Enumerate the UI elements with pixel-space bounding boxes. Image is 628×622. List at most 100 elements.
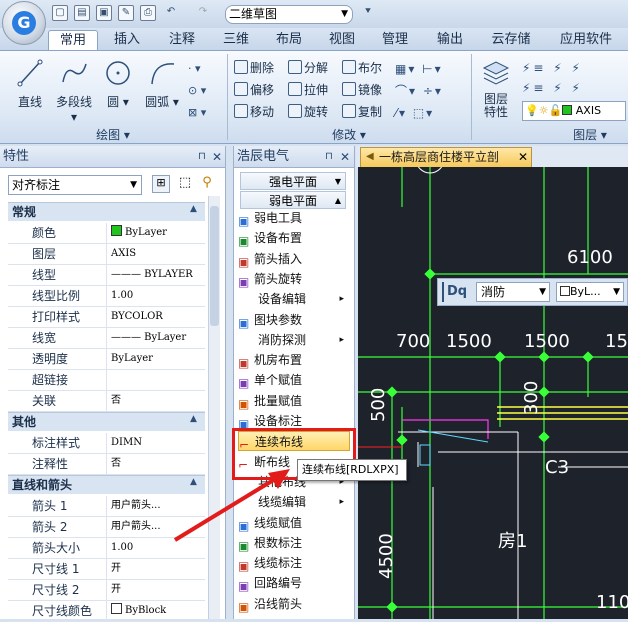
erase-button[interactable]: 删除 [234, 58, 274, 78]
section-general[interactable]: 常规 [8, 202, 205, 221]
rotate-button[interactable]: 旋转 [288, 102, 328, 122]
close-icon[interactable]: ✕ [212, 150, 222, 164]
property-row[interactable]: 线型 ——— BYLAYER [8, 265, 205, 286]
property-row[interactable]: 尺寸线 2 开 [8, 580, 205, 601]
open-file-icon[interactable]: ▤ [74, 5, 90, 21]
plugin-item[interactable]: ⌐ 连续布线 [238, 431, 350, 452]
save-icon[interactable]: ▣ [96, 5, 112, 21]
plugin-item[interactable]: ▸ 设备编辑 [238, 289, 348, 309]
category-weak-current[interactable]: 弱电平面 ▲ [240, 191, 346, 209]
boolean-button[interactable]: 布尔 [342, 58, 382, 78]
print-icon[interactable]: ⎙ [140, 5, 156, 21]
arc-button[interactable]: 圆弧 ▾ [142, 58, 182, 110]
layer-dropdown[interactable]: 💡☼🔓 AXIS [522, 101, 626, 121]
close-tab-icon[interactable]: ✕ [518, 150, 528, 164]
property-key: 尺寸线 2 [32, 583, 80, 597]
section-other[interactable]: 其他 [8, 412, 205, 431]
property-value[interactable]: ByLayer [106, 349, 205, 369]
property-value[interactable]: 开 [106, 559, 205, 579]
layer-small-tools[interactable]: ⚡≡ ⚡ ⚡ ⚡≡ ⚡ ⚡ [522, 58, 626, 98]
polyline-button[interactable]: 多段线 ▾ [52, 58, 96, 124]
plugin-item[interactable]: ▣ 回路编号 [238, 573, 348, 593]
plugin-item[interactable]: ▣ 机房布置 [238, 350, 348, 370]
offset-button[interactable]: 偏移 [234, 80, 274, 100]
plugin-item[interactable]: ▣ 设备标注 [238, 411, 348, 431]
property-value[interactable]: DIMN [106, 433, 205, 453]
property-row[interactable]: 线宽 ——— ByLayer [8, 328, 205, 349]
workspace-dropdown[interactable]: 二维草图 ▼ [225, 5, 353, 24]
plugin-item[interactable]: ▣ 弱电工具 [238, 208, 348, 228]
property-value[interactable]: 开 [106, 580, 205, 600]
tab-cloud[interactable]: 云存储 [486, 30, 536, 50]
property-row[interactable]: 标注样式 DIMN [8, 433, 205, 454]
property-value[interactable]: ByLayer [106, 223, 205, 243]
redo-icon[interactable]: ↷ [195, 5, 211, 21]
stretch-button[interactable]: 拉伸 [288, 80, 328, 100]
tab-layout[interactable]: 布局 [267, 30, 311, 50]
property-value[interactable]: ——— BYLAYER [106, 265, 205, 285]
scrollbar-thumb[interactable] [210, 206, 219, 326]
lightbulb-icon: 💡 [525, 104, 539, 117]
plugin-item[interactable]: ▣ 箭头旋转 [238, 269, 348, 289]
save-as-icon[interactable]: ✎ [118, 5, 134, 21]
property-row[interactable]: 线型比例 1.00 [8, 286, 205, 307]
plugin-item[interactable]: ▣ 单个赋值 [238, 370, 348, 390]
plugin-item[interactable]: ▣ 箭头插入 [238, 249, 348, 269]
copy-button[interactable]: 复制 [342, 102, 382, 122]
new-file-icon[interactable]: ▢ [52, 5, 68, 21]
dq-icon[interactable]: Dq [442, 282, 472, 302]
property-value[interactable]: AXIS [106, 244, 205, 264]
tab-output[interactable]: 输出 [428, 30, 472, 50]
color-dropdown[interactable]: ByL... ▼ [556, 282, 624, 302]
document-tab[interactable]: 一栋高层商住楼平立剖 [360, 147, 532, 167]
plugin-item[interactable]: ▸ 消防探测 [238, 330, 348, 350]
toggle-pickadd-icon[interactable]: ⊞ [152, 175, 170, 193]
property-row[interactable]: 尺寸线 1 开 [8, 559, 205, 580]
category-strong-current[interactable]: 强电平面 ▼ [240, 172, 346, 190]
line-button[interactable]: 直线 [12, 58, 48, 110]
property-row[interactable]: 超链接 [8, 370, 205, 391]
pin-icon[interactable]: ⊓ [198, 151, 206, 162]
pin-icon[interactable]: ⊓ [325, 151, 333, 162]
circle-button[interactable]: 圆 ▾ [102, 58, 134, 110]
plugin-item[interactable]: ▣ 批量赋值 [238, 391, 348, 411]
select-objects-icon[interactable]: ⬚ [176, 175, 194, 193]
explode-button[interactable]: 分解 [288, 58, 328, 78]
property-value[interactable]: 否 [106, 391, 205, 411]
mirror-button[interactable]: 镜像 [342, 80, 382, 100]
property-value[interactable]: ——— ByLayer [106, 328, 205, 348]
tab-apps[interactable]: 应用软件 [554, 30, 618, 50]
tab-common[interactable]: 常用 [48, 30, 98, 50]
app-menu-button[interactable]: G [2, 1, 46, 45]
tab-annotate[interactable]: 注释 [160, 30, 204, 50]
plugin-item[interactable]: ▣ 设备布置 [238, 228, 348, 248]
drawing-canvas[interactable]: 6100 700 1500 1500 15 500 300 C3 房1 4500… [358, 167, 628, 619]
customize-icon[interactable]: ⯆ [364, 6, 372, 17]
draw-small-tools[interactable]: · ▾ ⊙ ▾ ⊠ ▾ [188, 58, 218, 124]
tab-3d[interactable]: 三维 [214, 30, 258, 50]
plugin-item[interactable]: ▣ 线缆标注 [238, 553, 348, 573]
property-value[interactable]: 1.00 [106, 286, 205, 306]
property-row[interactable]: 图层 AXIS [8, 244, 205, 265]
property-row[interactable]: 关联 否 [8, 391, 205, 412]
system-dropdown[interactable]: 消防 ▼ [476, 282, 550, 302]
tab-insert[interactable]: 插入 [105, 30, 149, 50]
plugin-item[interactable]: ▣ 沿线箭头 [238, 594, 348, 614]
tab-view[interactable]: 视图 [320, 30, 364, 50]
property-row[interactable]: 打印样式 BYCOLOR [8, 307, 205, 328]
layer-properties-button[interactable]: 图层 特性 [476, 58, 516, 119]
property-value[interactable] [106, 370, 205, 390]
property-value[interactable]: ByBlock [106, 601, 205, 621]
properties-scrollbar[interactable] [208, 196, 220, 619]
property-value[interactable]: BYCOLOR [106, 307, 205, 327]
modify-small-tools[interactable]: ▦▾ ⊢▾ ⌒▾ ÷▾ ⁄▾ ⬚▾ [395, 58, 467, 124]
quick-select-icon[interactable]: ⚲ [198, 175, 216, 193]
plugin-item[interactable]: ▣ 图块参数 [238, 310, 348, 330]
tab-manage[interactable]: 管理 [373, 30, 417, 50]
property-row[interactable]: 透明度 ByLayer [8, 349, 205, 370]
property-row[interactable]: 颜色 ByLayer [8, 223, 205, 244]
object-type-select[interactable]: 对齐标注 ▼ [8, 175, 142, 195]
move-button[interactable]: 移动 [234, 102, 274, 122]
undo-icon[interactable]: ↶ [163, 5, 179, 21]
close-icon[interactable]: ✕ [340, 150, 350, 164]
